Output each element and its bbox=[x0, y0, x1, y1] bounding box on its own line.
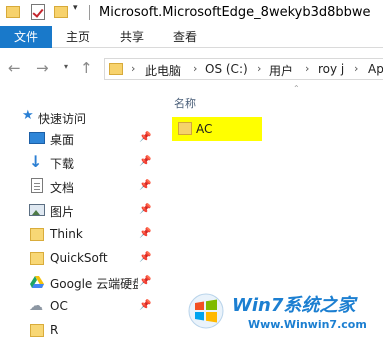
folder-icon bbox=[30, 252, 44, 265]
windows-logo-icon bbox=[188, 293, 224, 329]
sidebar-item-label: R bbox=[50, 323, 59, 337]
up-arrow-icon[interactable]: ↑ bbox=[80, 59, 93, 77]
properties-icon[interactable] bbox=[31, 4, 45, 20]
forward-arrow-icon[interactable]: → bbox=[36, 59, 49, 77]
sidebar-item-desktop[interactable]: 桌面 📌 bbox=[0, 127, 158, 151]
breadcrumb-users[interactable]: 用户 bbox=[269, 62, 293, 79]
cloud-icon: ☁ bbox=[29, 298, 43, 314]
sidebar-item-label: QuickSoft bbox=[50, 251, 108, 265]
sidebar-item-oc[interactable]: ☁ OC 📌 bbox=[0, 295, 158, 319]
title-bar: ▾ Microsoft.MicrosoftEdge_8wekyb3d8bbwe bbox=[0, 0, 383, 26]
chevron-right-icon[interactable]: › bbox=[257, 62, 261, 75]
document-icon bbox=[31, 178, 43, 193]
pin-icon[interactable]: 📌 bbox=[139, 276, 151, 287]
sidebar-item-label: 下载 bbox=[50, 157, 75, 171]
list-item[interactable]: AC bbox=[172, 117, 262, 141]
column-header-name[interactable]: 名称 bbox=[174, 95, 196, 111]
chevron-right-icon[interactable]: › bbox=[354, 62, 358, 75]
google-drive-icon bbox=[30, 276, 44, 288]
sidebar-item-pictures[interactable]: 图片 📌 bbox=[0, 199, 158, 223]
ribbon-tabs: 文件 主页 共享 查看 bbox=[0, 26, 383, 48]
pin-icon[interactable]: 📌 bbox=[139, 132, 151, 143]
download-icon: ↓ bbox=[29, 152, 43, 171]
sidebar-item-label: Think bbox=[50, 227, 83, 241]
desktop-icon bbox=[29, 132, 45, 144]
pin-icon[interactable]: 📌 bbox=[139, 204, 151, 215]
sidebar-item-label: OC bbox=[50, 299, 68, 313]
window-title: Microsoft.MicrosoftEdge_8wekyb3d8bbwe bbox=[99, 5, 371, 20]
file-name: AC bbox=[196, 122, 213, 136]
tab-file[interactable]: 文件 bbox=[0, 26, 52, 48]
recent-locations-icon[interactable]: ▾ bbox=[64, 62, 68, 71]
sidebar-item-label: 快速访问 bbox=[38, 112, 87, 126]
sidebar-item-label: 文档 bbox=[50, 181, 75, 195]
breadcrumb-drive[interactable]: OS (C:) bbox=[205, 62, 248, 76]
sidebar-item-downloads[interactable]: ↓ 下载 📌 bbox=[0, 151, 158, 175]
breadcrumb-appdata[interactable]: Ap bbox=[368, 62, 383, 76]
folder-icon bbox=[109, 63, 123, 75]
pictures-icon bbox=[29, 204, 45, 216]
folder-icon bbox=[30, 228, 44, 241]
sidebar-item-think[interactable]: Think 📌 bbox=[0, 223, 158, 247]
sidebar-item-r[interactable]: R bbox=[0, 319, 158, 342]
quick-access-dropdown-icon[interactable]: ▾ bbox=[73, 3, 78, 13]
address-bar[interactable]: › 此电脑 › OS (C:) › 用户 › roy j › Ap bbox=[104, 58, 383, 80]
sidebar-item-label: Google 云端硬盘 bbox=[50, 277, 138, 291]
pin-icon[interactable]: 📌 bbox=[139, 300, 151, 311]
sidebar-item-label: 桌面 bbox=[50, 133, 75, 147]
new-folder-icon[interactable] bbox=[54, 6, 68, 18]
pin-icon[interactable]: 📌 bbox=[139, 252, 151, 263]
folder-icon[interactable] bbox=[6, 6, 20, 18]
sidebar-item-label: 图片 bbox=[50, 205, 75, 219]
star-icon: ★ bbox=[22, 108, 34, 123]
chevron-right-icon[interactable]: › bbox=[131, 62, 135, 75]
back-arrow-icon[interactable]: ← bbox=[8, 59, 21, 77]
sidebar-item-documents[interactable]: 文档 📌 bbox=[0, 175, 158, 199]
breadcrumb-this-pc[interactable]: 此电脑 bbox=[145, 62, 181, 79]
navigation-bar: ← → ▾ ↑ › 此电脑 › OS (C:) › 用户 › roy j › A… bbox=[0, 56, 383, 84]
sidebar-item-google-drive[interactable]: Google 云端硬盘 📌 bbox=[0, 271, 158, 295]
chevron-right-icon[interactable]: › bbox=[305, 62, 309, 75]
title-separator bbox=[89, 5, 90, 20]
pin-icon[interactable]: 📌 bbox=[139, 156, 151, 167]
folder-icon bbox=[178, 122, 192, 135]
watermark: Win7系统之家 Www.Winwin7.com bbox=[178, 285, 383, 342]
navigation-pane: ★ 快速访问 桌面 📌 ↓ 下载 📌 文档 📌 图片 📌 Think 📌 Qui… bbox=[0, 98, 158, 342]
pin-icon[interactable]: 📌 bbox=[139, 180, 151, 191]
sort-ascending-icon[interactable]: ⌃ bbox=[293, 84, 300, 93]
watermark-title: Win7系统之家 bbox=[232, 295, 356, 316]
breadcrumb-user[interactable]: roy j bbox=[318, 62, 344, 76]
watermark-url: Www.Winwin7.com bbox=[248, 318, 367, 331]
folder-icon bbox=[30, 324, 44, 337]
tab-share[interactable]: 共享 bbox=[120, 26, 144, 48]
pin-icon[interactable]: 📌 bbox=[139, 228, 151, 239]
sidebar-item-quicksoft[interactable]: QuickSoft 📌 bbox=[0, 247, 158, 271]
tab-view[interactable]: 查看 bbox=[173, 26, 197, 48]
chevron-right-icon[interactable]: › bbox=[193, 62, 197, 75]
tab-home[interactable]: 主页 bbox=[66, 26, 90, 48]
